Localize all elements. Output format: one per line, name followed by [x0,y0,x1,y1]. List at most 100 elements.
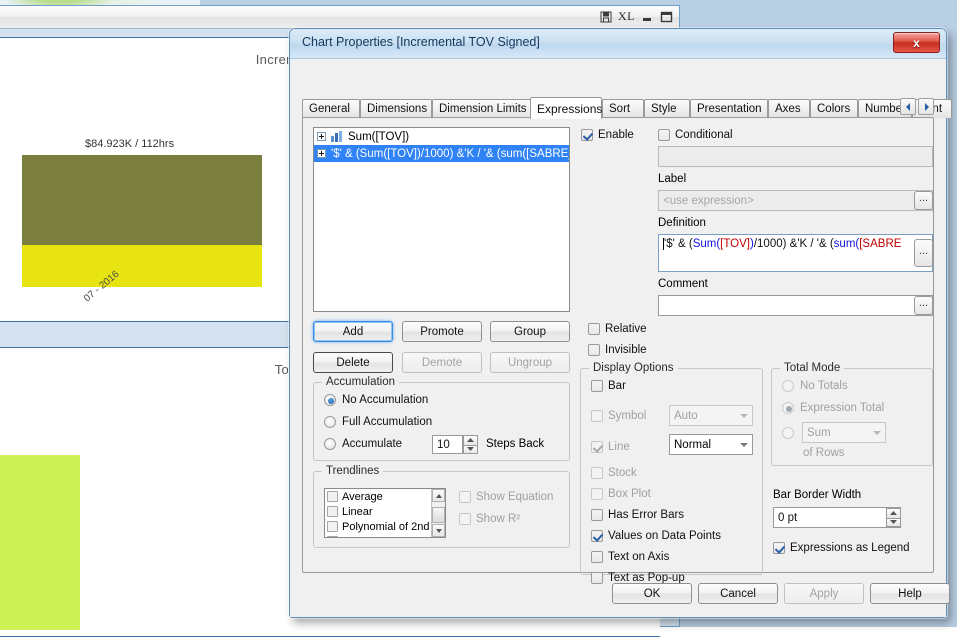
scroll-up-icon[interactable] [432,489,445,502]
has-error-bars-checkbox[interactable]: Has Error Bars [591,509,684,521]
tab-dimension-limits[interactable]: Dimension Limits [432,99,532,118]
accumulation-group: Accumulation No Accumulation Full Accumu… [313,376,570,461]
checkbox-icon[interactable] [588,323,600,335]
cancel-button[interactable]: Cancel [698,583,778,604]
stepper-down-icon[interactable] [463,444,478,454]
bar-checkbox[interactable]: Bar [591,380,626,392]
text-on-axis-checkbox[interactable]: Text on Axis [591,551,669,563]
stepper-up-icon[interactable] [463,435,478,445]
checkbox-icon[interactable] [591,551,603,563]
radio-no-accumulation[interactable]: No Accumulation [324,394,428,406]
show-r2-checkbox: Show R² [459,513,520,525]
tab-general[interactable]: General [302,99,360,118]
chevron-down-icon [740,413,748,418]
enable-checkbox[interactable]: Enable [581,129,634,141]
radio-label: Full Accumulation [342,416,433,428]
stepper-down-icon[interactable] [886,517,901,527]
label-input[interactable]: <use expression> [658,190,933,211]
list-item[interactable]: Polynomial of 3rd d [325,534,445,537]
checkbox-icon[interactable] [327,491,338,502]
excel-export-label[interactable]: XL [618,9,635,24]
checkbox-icon[interactable] [327,506,338,517]
save-icon[interactable] [599,10,613,23]
comment-input[interactable] [658,295,933,316]
comment-browse-button[interactable]: ... [914,296,933,315]
checkbox-label: Conditional [675,129,733,141]
bar-border-width-stepper[interactable] [886,508,901,527]
values-on-data-points-checkbox[interactable]: Values on Data Points [591,530,721,542]
list-item[interactable]: Linear [325,504,445,519]
dialog-titlebar[interactable]: Chart Properties [Incremental TOV Signed… [290,29,946,59]
list-item[interactable]: Average [325,489,445,504]
stepper-up-icon[interactable] [886,508,901,518]
checkbox-icon[interactable] [591,530,603,542]
scrollbar-thumb[interactable] [432,507,445,523]
expressions-list[interactable]: Sum([TOV]) '$' & (Sum([TOV])/1000) &'K /… [313,127,570,312]
checkbox-icon[interactable] [591,509,603,521]
maximize-icon[interactable] [659,10,673,23]
tab-style[interactable]: Style [644,99,690,118]
tab-colors[interactable]: Colors [810,99,858,118]
steps-back-input[interactable]: 10 [432,435,463,454]
label-browse-button[interactable]: ... [914,191,933,210]
scroll-down-icon[interactable] [432,524,445,537]
list-item[interactable]: '$' & (Sum([TOV])/1000) &'K / '& (sum([S… [314,145,569,162]
expression-text: '$' & (Sum([TOV])/1000) &'K / '& (sum([S… [331,147,570,160]
radio-expression-total: Expression Total [782,402,884,414]
checkbox-icon[interactable] [327,521,338,532]
checkbox-label: Enable [598,129,634,141]
line-checkbox: Line [591,441,630,453]
bar-segment-lower[interactable] [22,245,262,287]
bar-segment-account-1[interactable] [0,455,80,630]
close-icon[interactable]: x [893,32,940,53]
expand-icon[interactable] [317,149,326,158]
tab-expressions[interactable]: Expressions [530,97,602,119]
list-item[interactable]: Polynomial of 2nd d [325,519,445,534]
checkbox-label: Relative [605,323,647,335]
delete-button[interactable]: Delete [313,352,393,373]
checkbox-icon[interactable] [327,536,338,537]
steps-back-stepper[interactable] [463,435,478,454]
promote-button[interactable]: Promote [402,321,482,342]
checkbox-icon[interactable] [581,129,593,141]
radio-accumulate[interactable]: Accumulate [324,438,402,450]
radio-full-accumulation[interactable]: Full Accumulation [324,416,432,428]
definition-browse-button[interactable]: ... [914,239,933,267]
expand-icon[interactable] [317,132,326,141]
tab-presentation[interactable]: Presentation [690,99,768,118]
label-field-caption: Label [658,173,687,185]
chevron-right-icon[interactable] [918,98,934,115]
add-button[interactable]: Add [313,321,393,342]
checkbox-icon[interactable] [588,344,600,356]
help-button[interactable]: Help [870,583,950,604]
ungroup-button: Ungroup [490,352,570,373]
minimize-icon[interactable] [640,10,654,23]
conditional-checkbox[interactable]: Conditional [658,129,733,141]
trendlines-list[interactable]: Average Linear Polynomial of 2nd d Polyn… [324,488,446,538]
invisible-checkbox[interactable]: Invisible [588,344,647,356]
line-style-combo[interactable]: Normal [669,434,753,455]
relative-checkbox[interactable]: Relative [588,323,647,335]
tab-sort[interactable]: Sort [602,99,644,118]
combo-value: Auto [674,409,698,422]
checkbox-icon[interactable] [773,542,785,554]
ok-button[interactable]: OK [612,583,692,604]
trendlines-scrollbar[interactable] [431,489,445,537]
radio-label: Expression Total [800,402,885,414]
radio-dot-icon [782,402,794,414]
checkbox-icon[interactable] [591,380,603,392]
list-item[interactable]: Sum([TOV]) [314,128,569,145]
symbol-checkbox: Symbol [591,410,646,422]
bar-segment-upper[interactable] [22,155,262,245]
definition-input[interactable]: '$' & (Sum([TOV])/1000) &'K / '& (sum([S… [658,234,933,272]
tab-dimensions[interactable]: Dimensions [360,99,432,118]
expressions-as-legend-checkbox[interactable]: Expressions as Legend [773,542,910,554]
total-mode-legend: Total Mode [780,362,845,374]
group-button[interactable]: Group [490,321,570,342]
application-titlebar[interactable]: XL [0,6,679,29]
tab-axes[interactable]: Axes [768,99,810,118]
bar-border-width-input[interactable]: 0 pt [773,507,901,528]
checkbox-icon[interactable] [658,129,670,141]
chevron-left-icon[interactable] [900,98,916,115]
tab-scroll-arrows [900,98,934,115]
